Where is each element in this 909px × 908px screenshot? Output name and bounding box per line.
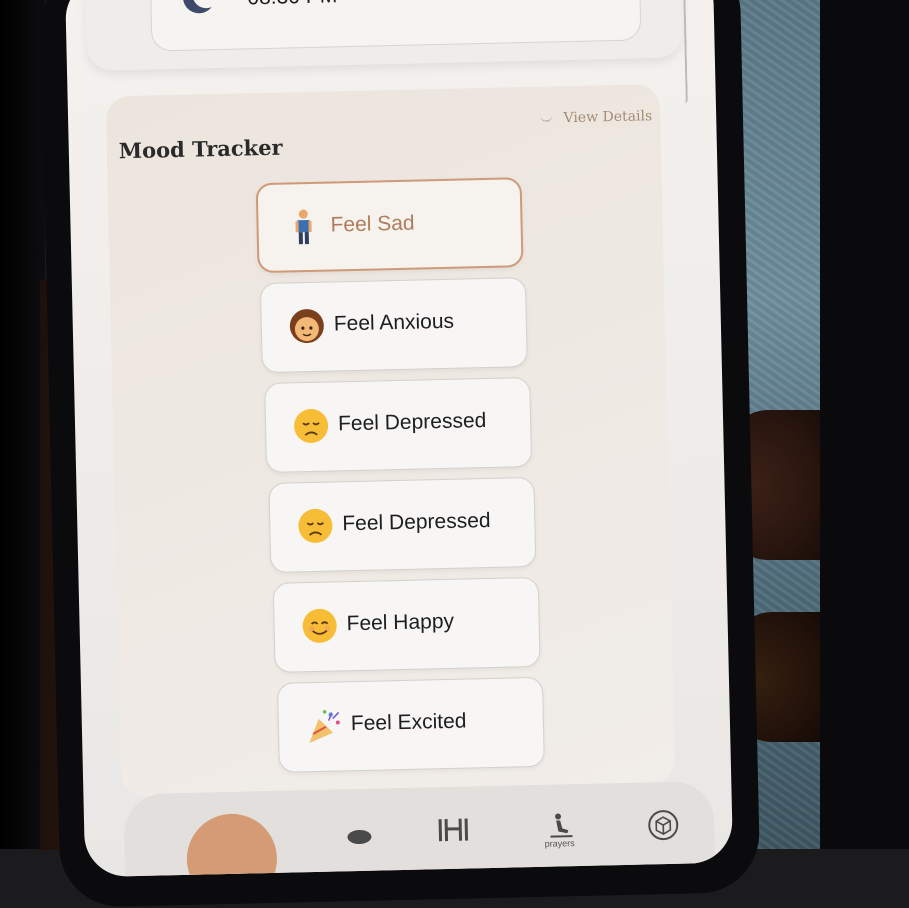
nav-label-prayers: prayers: [544, 838, 575, 849]
home-icon[interactable]: [185, 812, 278, 878]
profile-icon[interactable]: [342, 815, 377, 850]
mood-option-feel-depressed[interactable]: Feel Depressed: [264, 377, 533, 474]
party-popper-icon: [309, 709, 340, 744]
background-left: [0, 0, 45, 849]
mood-option-feel-sad[interactable]: Feel Sad: [255, 177, 524, 274]
disappointed-face-icon: [298, 508, 333, 543]
bottom-nav: prayers: [123, 780, 716, 878]
mood-label: Feel Depressed: [342, 508, 491, 536]
disappointed-face-icon: [294, 408, 329, 443]
phone-screen: 08:30 PM Mood Tracker View Details Feel …: [64, 0, 734, 878]
mood-label: Feel Sad: [330, 211, 415, 237]
scrollbar[interactable]: [677, 0, 688, 104]
mood-label: Feel Happy: [346, 609, 455, 636]
person-face-icon: [289, 309, 324, 344]
smiling-face-icon: [302, 608, 337, 643]
mood-label: Feel Excited: [350, 709, 467, 736]
mood-tracker-section: Mood Tracker View Details Feel Sad Feel …: [105, 84, 676, 797]
person-standing-icon: [295, 209, 312, 245]
mood-tracker-title: Mood Tracker: [118, 134, 283, 164]
mood-option-feel-happy[interactable]: Feel Happy: [272, 576, 541, 673]
fitness-icon[interactable]: [436, 812, 471, 847]
reminder-card: 08:30 PM: [84, 0, 683, 71]
reminder-time: 08:30 PM: [247, 0, 337, 10]
box-icon[interactable]: [646, 808, 681, 843]
mood-option-feel-depressed-2[interactable]: Feel Depressed: [268, 476, 537, 573]
chevron-down-icon[interactable]: [540, 114, 553, 122]
mood-label: Feel Depressed: [337, 409, 487, 436]
background-right: [820, 0, 909, 849]
mood-option-feel-anxious[interactable]: Feel Anxious: [259, 277, 528, 374]
mood-label: Feel Anxious: [333, 309, 455, 336]
reminder-time-card[interactable]: 08:30 PM: [149, 0, 642, 52]
moon-icon: [183, 0, 212, 14]
mood-option-feel-excited[interactable]: Feel Excited: [276, 676, 545, 773]
view-details-link[interactable]: View Details: [563, 108, 652, 126]
